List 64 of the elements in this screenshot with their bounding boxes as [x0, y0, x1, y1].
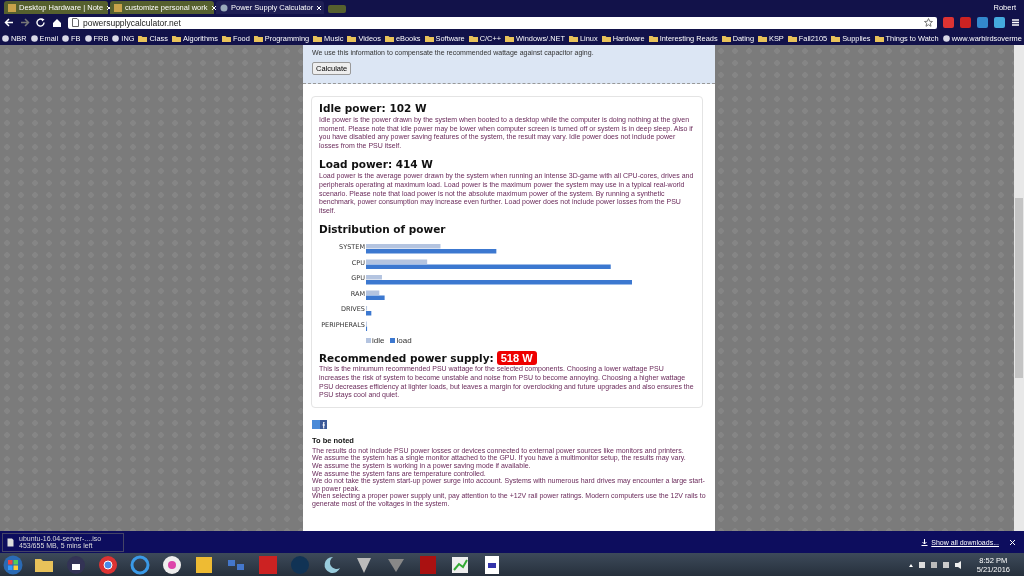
address-bar[interactable]: powersupplycalculator.net [68, 16, 937, 29]
site-icon [2, 34, 9, 42]
browser-icon[interactable] [129, 553, 151, 576]
section-heading: Recommended power supply: [319, 352, 494, 365]
folder-icon [313, 34, 323, 42]
back-icon[interactable] [4, 18, 14, 27]
folder-icon [138, 34, 148, 42]
extension-icon[interactable] [977, 17, 988, 28]
page-icon [114, 3, 122, 12]
folder-icon [568, 34, 578, 42]
site-icon [30, 34, 38, 42]
browser-icon[interactable] [97, 553, 119, 576]
section-heading: Load power: 414 W [319, 158, 434, 171]
section-heading: Idle power: 102 W [319, 102, 428, 114]
page-icon [72, 18, 79, 27]
extension-icon[interactable] [994, 17, 1005, 28]
forward-icon[interactable] [20, 18, 30, 27]
folder-icon [221, 34, 231, 42]
folder-icon [648, 34, 658, 42]
folder-icon [468, 34, 478, 42]
close-icon[interactable] [316, 4, 323, 11]
idle-bar [366, 275, 382, 280]
folder-icon [758, 34, 767, 42]
folder-icon [721, 34, 731, 42]
folder-icon [787, 34, 797, 42]
folder-icon [874, 34, 884, 42]
legend-label: load [396, 336, 412, 346]
page-icon [220, 3, 228, 12]
idle-bar [366, 259, 428, 265]
folder-icon [831, 34, 841, 42]
share-icon[interactable] [312, 418, 328, 430]
page-icon [8, 3, 16, 12]
music-icon[interactable] [161, 553, 183, 576]
menu-icon[interactable] [1011, 18, 1020, 27]
extension-icon[interactable] [943, 17, 954, 28]
section-heading: Distribution of power [319, 223, 447, 236]
close-icon[interactable] [1009, 538, 1016, 546]
load-bar [366, 295, 385, 301]
extension-icon[interactable] [960, 17, 971, 28]
folder-icon [505, 34, 515, 42]
scrollbar[interactable] [1014, 45, 1024, 531]
folder-icon [347, 34, 357, 42]
close-icon[interactable] [210, 4, 217, 11]
reload-icon[interactable] [36, 18, 46, 27]
folder-icon [601, 34, 611, 42]
site-icon [62, 34, 70, 42]
site-icon [112, 34, 120, 42]
idle-bar [366, 290, 380, 296]
folder-icon [384, 34, 394, 42]
folder-icon [253, 34, 263, 42]
scrollbar-thumb[interactable] [1015, 198, 1023, 378]
file-icon [6, 537, 15, 547]
download-icon [921, 538, 929, 546]
site-icon [942, 34, 950, 42]
legend-label: idle [372, 336, 385, 346]
star-icon[interactable] [924, 18, 933, 27]
folder-icon [424, 34, 434, 42]
start-button[interactable] [3, 554, 23, 575]
load-bar [366, 311, 372, 316]
folder-icon [171, 34, 181, 42]
site-icon [84, 34, 92, 42]
home-icon[interactable] [52, 18, 62, 27]
app-icon[interactable] [257, 553, 279, 576]
wattage-badge: 518 W [496, 351, 537, 366]
